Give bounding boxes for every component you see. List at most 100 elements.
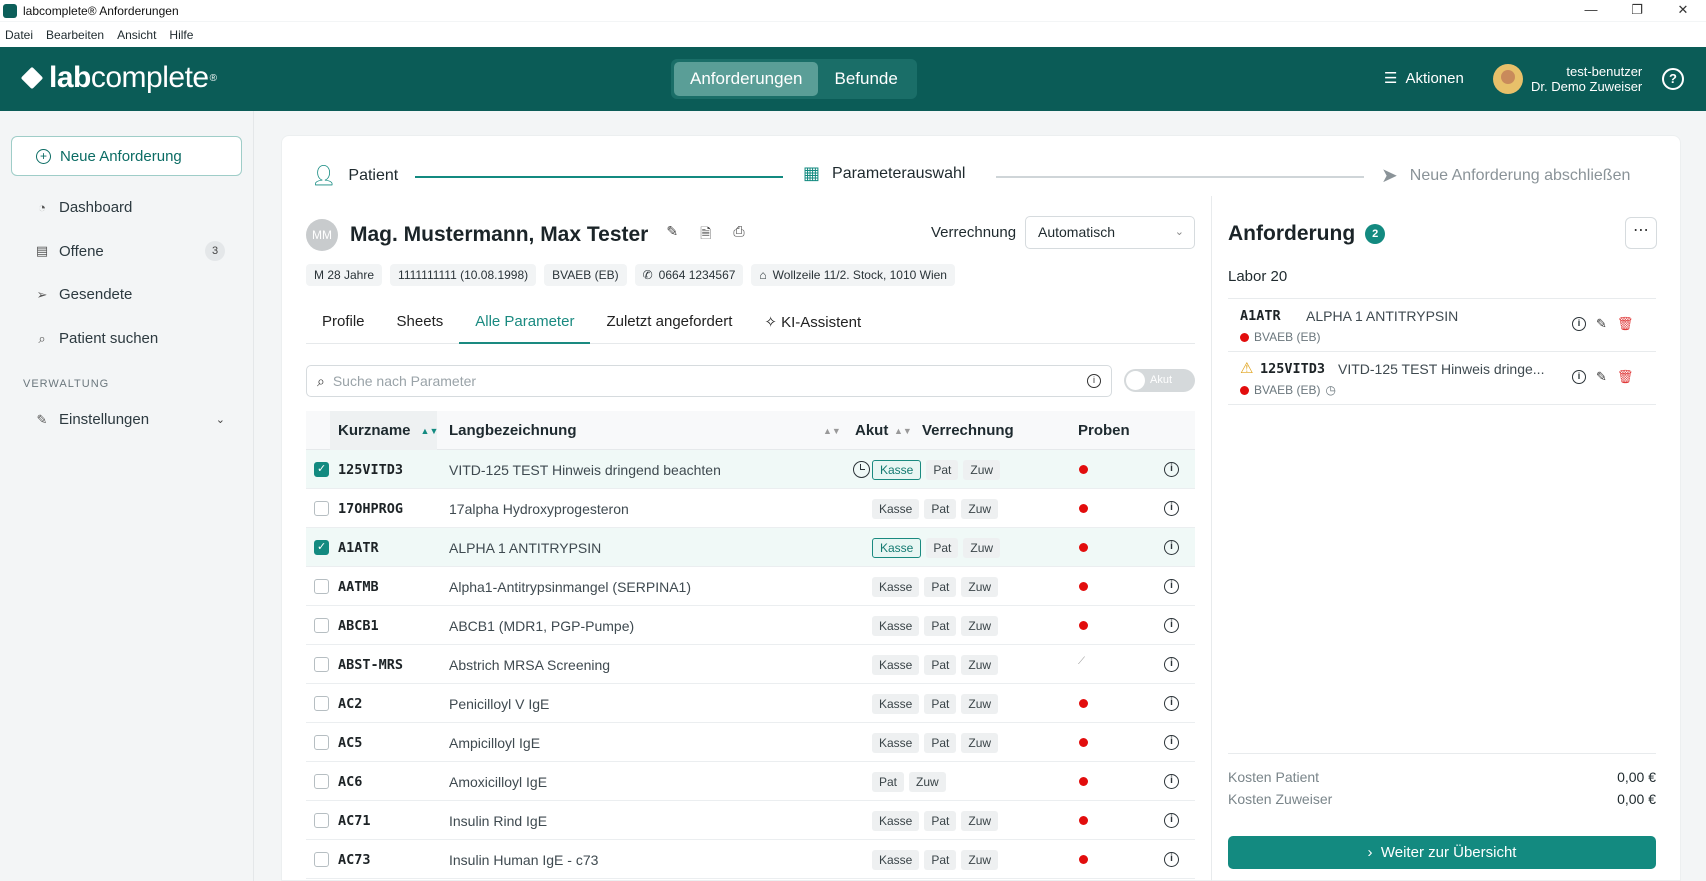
billing-pill-zuw[interactable]: Zuw <box>961 576 999 597</box>
billing-pill-kasse[interactable]: Kasse <box>872 615 920 636</box>
table-row[interactable]: AC73 Insulin Human IgE - c73 Kasse Pat Zuw i <box>306 840 1195 879</box>
info-icon[interactable]: i <box>1164 501 1179 516</box>
billing-pill-kasse[interactable]: Kasse <box>872 537 922 558</box>
info-icon[interactable]: i <box>1572 317 1586 331</box>
billing-pill-pat[interactable]: Pat <box>926 537 959 558</box>
billing-pill-pat[interactable]: Pat <box>924 498 957 519</box>
print-icon[interactable]: ⎙ <box>733 223 744 247</box>
minimize-button[interactable]: — <box>1568 0 1614 21</box>
row-checkbox[interactable] <box>314 618 329 633</box>
info-icon[interactable]: i <box>1164 618 1179 633</box>
billing-pill-pat[interactable]: Pat <box>924 615 957 636</box>
aktionen-button[interactable]: ☰ Aktionen <box>1384 69 1464 88</box>
edit-icon[interactable]: ✎ <box>1596 316 1607 332</box>
tab-zuletzt-angefordert[interactable]: Zuletzt angefordert <box>590 306 748 344</box>
info-icon[interactable]: i <box>1572 370 1586 384</box>
close-button[interactable]: ✕ <box>1660 0 1706 21</box>
document-icon[interactable]: 🗎︎ <box>700 223 711 247</box>
row-checkbox[interactable] <box>314 813 329 828</box>
billing-pill-zuw[interactable]: Zuw <box>961 654 999 675</box>
row-checkbox[interactable] <box>314 735 329 750</box>
logo[interactable]: lab complete ® <box>20 61 217 95</box>
tab-alle-parameter[interactable]: Alle Parameter <box>459 306 591 344</box>
billing-pill-pat[interactable]: Pat <box>872 771 905 792</box>
billing-pill-kasse[interactable]: Kasse <box>872 693 920 714</box>
info-icon[interactable]: i <box>1164 696 1179 711</box>
billing-pill-kasse[interactable]: Kasse <box>872 810 920 831</box>
table-row[interactable]: AC5 Ampicilloyl IgE Kasse Pat Zuw i <box>306 723 1195 762</box>
billing-pill-kasse[interactable]: Kasse <box>872 459 922 480</box>
billing-pill-zuw[interactable]: Zuw <box>961 810 999 831</box>
table-row[interactable]: AC71 Insulin Rind IgE Kasse Pat Zuw i <box>306 801 1195 840</box>
sidebar-item-offene[interactable]: ▤ Offene 3 <box>35 241 225 261</box>
table-row[interactable]: AC6 Amoxicilloyl IgE Pat Zuw i <box>306 762 1195 801</box>
billing-pill-kasse[interactable]: Kasse <box>872 498 920 519</box>
row-checkbox[interactable] <box>314 852 329 867</box>
sort-icon[interactable]: ▲▼ <box>894 411 912 450</box>
menu-hilfe[interactable]: Hilfe <box>169 28 193 42</box>
sidebar-item-gesendete[interactable]: ➢ Gesendete <box>35 286 225 303</box>
table-row[interactable]: ABST-MRS Abstrich MRSA Screening Kasse Pat Z… <box>306 645 1195 684</box>
table-row[interactable]: 125VITD3 VITD-125 TEST Hinweis dringend b… <box>306 450 1195 489</box>
tab-sheets[interactable]: Sheets <box>381 306 460 344</box>
maximize-button[interactable]: ❐ <box>1614 0 1660 21</box>
col-langbezeichnung[interactable]: Langbezeichnung <box>449 411 577 450</box>
parameter-search-input[interactable]: ⌕ Suche nach Parameter i <box>306 365 1112 397</box>
billing-pill-zuw[interactable]: Zuw <box>909 771 946 792</box>
billing-pill-pat[interactable]: Pat <box>924 810 957 831</box>
help-icon[interactable]: ? <box>1662 68 1684 90</box>
sidebar-item-patient-suchen[interactable]: ⌕ Patient suchen <box>35 330 225 347</box>
more-options-button[interactable]: ⋯ <box>1625 217 1657 249</box>
billing-pill-pat[interactable]: Pat <box>924 576 957 597</box>
col-akut[interactable]: Akut <box>855 411 888 450</box>
info-icon[interactable]: i <box>1164 579 1179 594</box>
row-checkbox[interactable] <box>314 501 329 516</box>
user-menu[interactable]: test-benutzer Dr. Demo Zuweiser <box>1493 64 1642 94</box>
tab-befunde[interactable]: Befunde <box>818 62 913 96</box>
billing-pill-zuw[interactable]: Zuw <box>963 537 1001 558</box>
billing-pill-zuw[interactable]: Zuw <box>961 849 999 870</box>
table-row[interactable]: 17OHPROG 17alpha Hydroxyprogesteron Kasse P… <box>306 489 1195 528</box>
billing-pill-kasse[interactable]: Kasse <box>872 732 920 753</box>
trash-icon[interactable]: 🗑︎ <box>1617 316 1634 332</box>
billing-pill-pat[interactable]: Pat <box>924 732 957 753</box>
tab-profile[interactable]: Profile <box>306 306 381 344</box>
verrechnung-select[interactable]: Automatisch ⌄ <box>1025 216 1195 249</box>
info-icon[interactable]: i <box>1164 774 1179 789</box>
table-row[interactable]: A1ATR ALPHA 1 ANTITRYPSIN KassePatZuw i <box>306 528 1195 567</box>
trash-icon[interactable]: 🗑︎ <box>1617 369 1634 385</box>
col-kurzname[interactable]: Kurzname ▲▼ <box>330 411 438 450</box>
sidebar-item-einstellungen[interactable]: ✎ Einstellungen ⌄ <box>35 411 225 428</box>
info-icon[interactable]: i <box>1164 735 1179 750</box>
sort-icon[interactable]: ▲▼ <box>823 411 841 450</box>
new-request-button[interactable]: + Neue Anforderung <box>11 136 242 176</box>
weiter-button[interactable]: › Weiter zur Übersicht <box>1228 836 1656 869</box>
billing-pill-zuw[interactable]: Zuw <box>961 693 999 714</box>
row-checkbox[interactable] <box>314 774 329 789</box>
step-patient[interactable]: 👤︎ Patient <box>311 163 398 188</box>
menu-bearbeiten[interactable]: Bearbeiten <box>46 28 104 42</box>
table-row[interactable]: AC2 Penicilloyl V IgE Kasse Pat Zuw i <box>306 684 1195 723</box>
billing-pill-zuw[interactable]: Zuw <box>961 615 999 636</box>
info-icon[interactable]: i <box>1164 462 1179 477</box>
row-checkbox[interactable] <box>314 657 329 672</box>
info-icon[interactable]: i <box>1087 374 1101 388</box>
row-checkbox[interactable] <box>314 579 329 594</box>
tab-ki-assistent[interactable]: ✧ KI-Assistent <box>748 306 877 344</box>
step-parameterauswahl[interactable]: ▦ Parameterauswahl <box>803 163 965 184</box>
billing-pill-zuw[interactable]: Zuw <box>963 459 1001 480</box>
table-row[interactable]: AATMB Alpha1-Antitrypsinmangel (SERPINA1)… <box>306 567 1195 606</box>
step-abschliessen[interactable]: ➤ Neue Anforderung abschließen <box>1381 163 1630 188</box>
billing-pill-zuw[interactable]: Zuw <box>961 498 999 519</box>
billing-pill-pat[interactable]: Pat <box>924 849 957 870</box>
info-icon[interactable]: i <box>1164 852 1179 867</box>
info-icon[interactable]: i <box>1164 657 1179 672</box>
akut-toggle[interactable]: Akut <box>1124 369 1195 392</box>
edit-icon[interactable]: ✎ <box>1596 369 1607 385</box>
row-checkbox[interactable] <box>314 462 329 477</box>
billing-pill-pat[interactable]: Pat <box>924 654 957 675</box>
row-checkbox[interactable] <box>314 540 329 555</box>
billing-pill-zuw[interactable]: Zuw <box>961 732 999 753</box>
sidebar-item-dashboard[interactable]: ◔ Dashboard <box>35 199 225 216</box>
billing-pill-kasse[interactable]: Kasse <box>872 576 920 597</box>
